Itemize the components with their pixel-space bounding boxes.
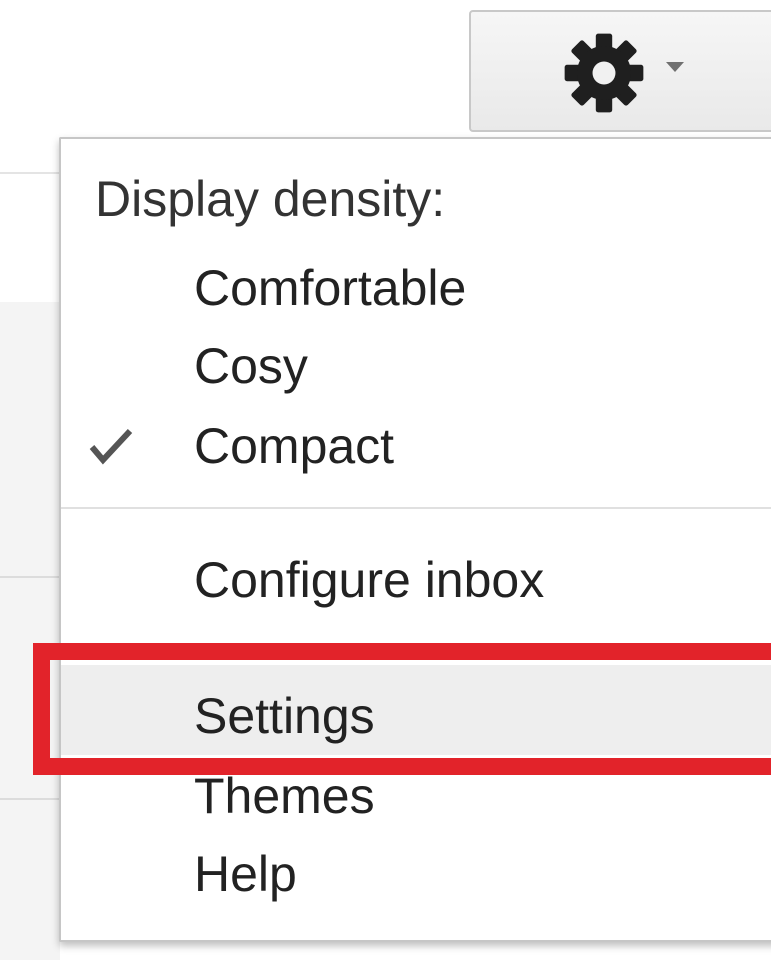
menu-item-label: Settings — [194, 688, 375, 744]
density-option-comfortable[interactable]: Comfortable — [61, 251, 771, 329]
background-divider — [0, 172, 62, 174]
menu-item-label: Cosy — [194, 338, 308, 394]
menu-item-label: Comfortable — [194, 260, 467, 316]
menu-item-settings[interactable]: Settings — [61, 665, 771, 755]
menu-item-themes[interactable]: Themes — [61, 759, 771, 837]
settings-gear-button[interactable] — [469, 10, 771, 132]
caret-down-icon — [666, 62, 684, 72]
background-divider — [0, 798, 62, 800]
menu-item-label: Configure inbox — [194, 552, 545, 608]
menu-divider — [61, 507, 771, 509]
checkmark-icon — [89, 428, 133, 465]
density-option-cosy[interactable]: Cosy — [61, 329, 771, 407]
background-panel — [0, 302, 60, 960]
density-option-compact[interactable]: Compact — [61, 409, 771, 487]
menu-item-help[interactable]: Help — [61, 837, 771, 915]
settings-dropdown-menu: Display density: Comfortable Cosy Compac… — [59, 137, 771, 942]
menu-item-label: Compact — [194, 418, 395, 474]
menu-item-label: Help — [194, 846, 297, 902]
background-divider — [0, 576, 62, 578]
menu-item-configure-inbox[interactable]: Configure inbox — [61, 543, 771, 621]
display-density-heading: Display density: — [95, 171, 446, 227]
gear-icon — [564, 33, 644, 113]
menu-item-label: Themes — [194, 768, 375, 824]
